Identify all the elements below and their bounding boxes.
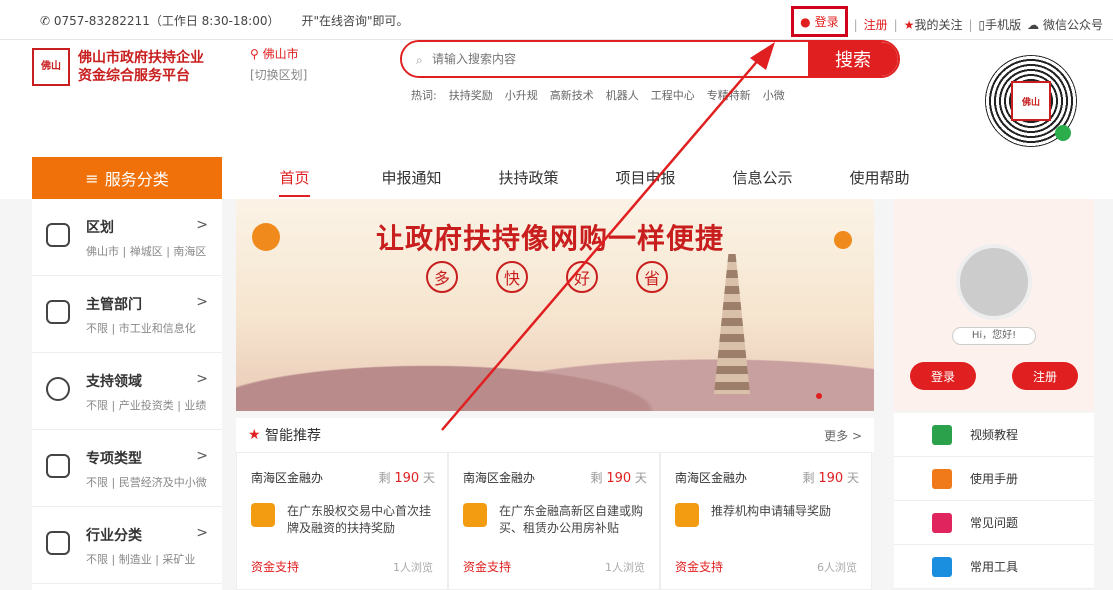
annotation-arrow <box>441 42 775 431</box>
